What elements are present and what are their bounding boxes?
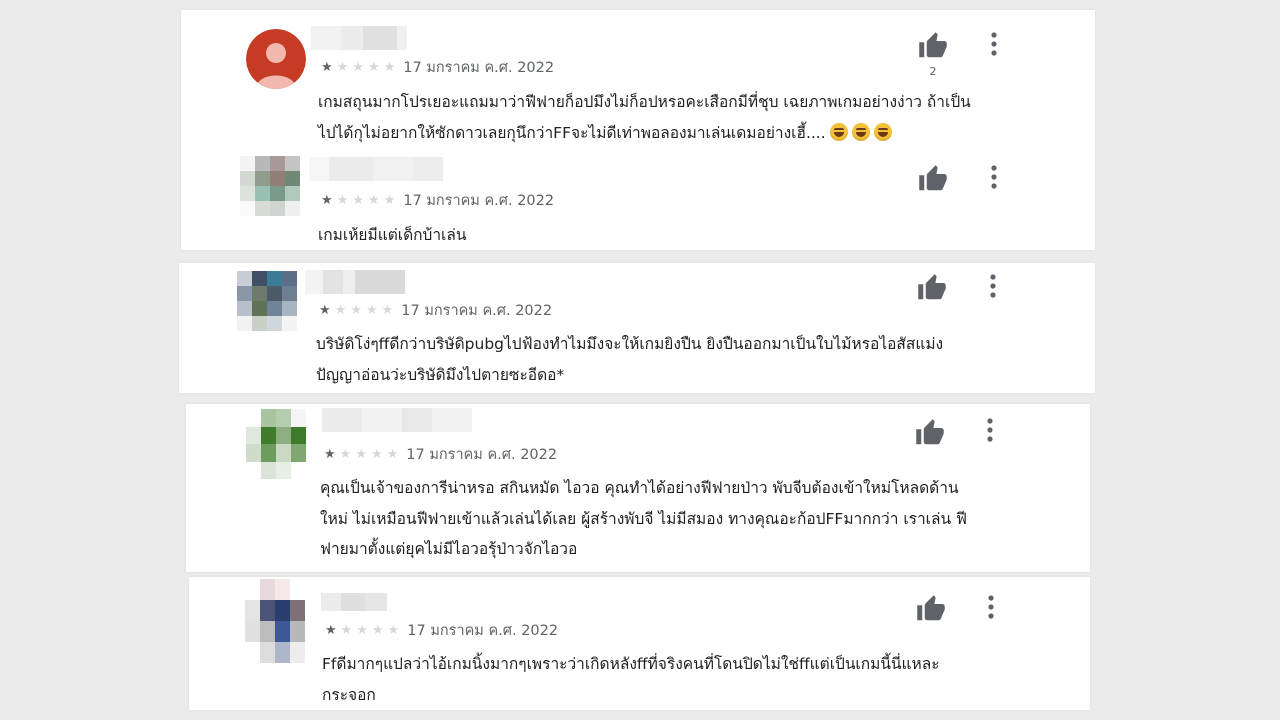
thumbs-up-icon[interactable] — [914, 418, 946, 448]
star-icon: ★ — [367, 193, 380, 208]
review-date: 17 มกราคม ค.ศ. 2022 — [403, 60, 555, 76]
star-icon: ★ — [355, 447, 367, 462]
more-vertical-icon[interactable] — [984, 417, 996, 443]
review-text-line: ปัญญาอ่อนว่ะบริษัดิมึงไปตายซะอีดอ* — [316, 365, 565, 384]
star-icon: ★ — [319, 303, 331, 318]
avatar-pixelated — [240, 156, 300, 216]
star-icon: ★ — [365, 303, 378, 318]
more-vertical-icon[interactable] — [988, 31, 1000, 57]
star-icon: ★ — [325, 623, 337, 638]
review-date: 17 มกราคม ค.ศ. 2022 — [403, 193, 555, 209]
review-date: 17 มกราคม ค.ศ. 2022 — [407, 623, 559, 639]
star-icon: ★ — [340, 623, 353, 638]
thumbs-up-icon[interactable] — [917, 164, 949, 194]
rating-row: ★ ★ ★ ★ ★ 17 มกราคม ค.ศ. 2022 — [319, 299, 552, 322]
more-vertical-icon[interactable] — [985, 594, 997, 620]
review-card-1: ★ ★ ★ ★ ★ 17 มกราคม ค.ศ. 2022 2 เกมสถุนม… — [181, 10, 1095, 250]
star-icon: ★ — [381, 303, 394, 318]
review-text-line: เกมเห้ยมีแต่เด็กบ้าเล่น — [318, 226, 467, 244]
review-date: 17 มกราคม ค.ศ. 2022 — [406, 447, 558, 463]
review-text-line: เกมสถุนมากโปรเยอะแถมมาว่าฟีฟายก็อปมึงไม่… — [318, 93, 971, 111]
review-text: บริษัดิโง่ๆffดีกว่าบริษัดิpubgไปฟ้องทำไม… — [316, 329, 943, 390]
star-icon: ★ — [367, 60, 380, 75]
star-icon: ★ — [350, 303, 362, 318]
star-rating: ★ ★ ★ ★ ★ — [324, 448, 398, 461]
thumbs-up-icon[interactable] — [916, 273, 948, 303]
review-card-3: ★ ★ ★ ★ ★ 17 มกราคม ค.ศ. 2022 คุณเป็นเจ้… — [186, 404, 1090, 572]
like-count: 2 — [929, 65, 937, 78]
star-icon: ★ — [383, 193, 396, 208]
star-icon: ★ — [324, 447, 336, 462]
thumbs-up-icon[interactable] — [915, 594, 947, 624]
star-icon: ★ — [387, 623, 400, 638]
review-text-line: คุณเป็นเจ้าของการีน่าหรอ สกินหมัด ไอวอ ค… — [320, 479, 959, 497]
more-vertical-icon[interactable] — [988, 164, 1000, 190]
rating-row: ★ ★ ★ ★ ★ 17 มกราคม ค.ศ. 2022 — [321, 189, 554, 212]
review-card-2: ★ ★ ★ ★ ★ 17 มกราคม ค.ศ. 2022 บริษัดิโง่… — [179, 263, 1095, 393]
rating-row: ★ ★ ★ ★ ★ 17 มกราคม ค.ศ. 2022 — [321, 56, 554, 79]
review-text-line: ใหม่ ไม่เหมือนฟีฟายเข้าแล้วเล่นได้เลย ผู… — [320, 509, 967, 528]
star-icon: ★ — [352, 193, 364, 208]
reviewer-name-blurred — [309, 157, 443, 181]
star-icon: ★ — [370, 447, 383, 462]
review-text: Ffดีมากๆแปลว่าไอ้เกมนิ้งมากๆเพราะว่าเกิด… — [322, 649, 940, 710]
avatar-pixelated — [246, 409, 306, 479]
review-text: คุณเป็นเจ้าของการีน่าหรอ สกินหมัด ไอวอ ค… — [320, 473, 967, 565]
review-date: 17 มกราคม ค.ศ. 2022 — [401, 303, 553, 319]
reviewer-name-blurred — [321, 593, 387, 611]
rating-row: ★ ★ ★ ★ ★ 17 มกราคม ค.ศ. 2022 — [324, 443, 557, 466]
review-card-4: ★ ★ ★ ★ ★ 17 มกราคม ค.ศ. 2022 Ffดีมากๆแป… — [189, 577, 1090, 710]
reviewer-name-blurred — [322, 408, 472, 432]
star-rating: ★ ★ ★ ★ ★ — [321, 61, 395, 74]
avatar-pixelated — [237, 271, 297, 331]
review-text-line: ฟายมาตั้งแต่ยุคไม่มีไอวอรุ้ป่าวจักไอวอ — [320, 540, 578, 558]
star-icon: ★ — [383, 60, 396, 75]
star-rating: ★ ★ ★ ★ ★ — [325, 624, 399, 637]
avatar — [246, 29, 306, 89]
review-text: เกมเห้ยมีแต่เด็กบ้าเล่น — [318, 220, 466, 251]
star-icon: ★ — [334, 303, 347, 318]
review-text-line: กระจอก — [322, 685, 376, 704]
thumbs-up-icon[interactable] — [917, 31, 949, 61]
star-icon: ★ — [336, 193, 349, 208]
star-icon: ★ — [352, 60, 364, 75]
star-icon: ★ — [321, 193, 333, 208]
review-text-line: ไปได้กุไม่อยากให้ซักดาวเลยกุนึกว่าFFจะไม… — [318, 123, 826, 142]
reviewer-name-blurred — [311, 26, 407, 50]
star-icon: ★ — [336, 60, 349, 75]
reviewer-name-blurred — [305, 270, 405, 294]
star-icon: ★ — [356, 623, 368, 638]
star-icon: ★ — [371, 623, 384, 638]
more-vertical-icon[interactable] — [987, 273, 999, 299]
star-icon: ★ — [339, 447, 352, 462]
review-text-line: Ffดีมากๆแปลว่าไอ้เกมนิ้งมากๆเพราะว่าเกิด… — [322, 655, 940, 673]
star-icon: ★ — [321, 60, 333, 75]
star-rating: ★ ★ ★ ★ ★ — [321, 194, 395, 207]
star-rating: ★ ★ ★ ★ ★ — [319, 304, 393, 317]
rating-row: ★ ★ ★ ★ ★ 17 มกราคม ค.ศ. 2022 — [325, 619, 558, 642]
review-text-line: บริษัดิโง่ๆffดีกว่าบริษัดิpubgไปฟ้องทำไม… — [316, 335, 944, 353]
star-icon: ★ — [386, 447, 399, 462]
avatar-pixelated — [245, 579, 305, 663]
review-text: เกมสถุนมากโปรเยอะแถมมาว่าฟีฟายก็อปมึงไม่… — [318, 87, 971, 148]
person-icon — [246, 29, 306, 89]
face-with-tears-of-joy-icon — [826, 122, 892, 142]
